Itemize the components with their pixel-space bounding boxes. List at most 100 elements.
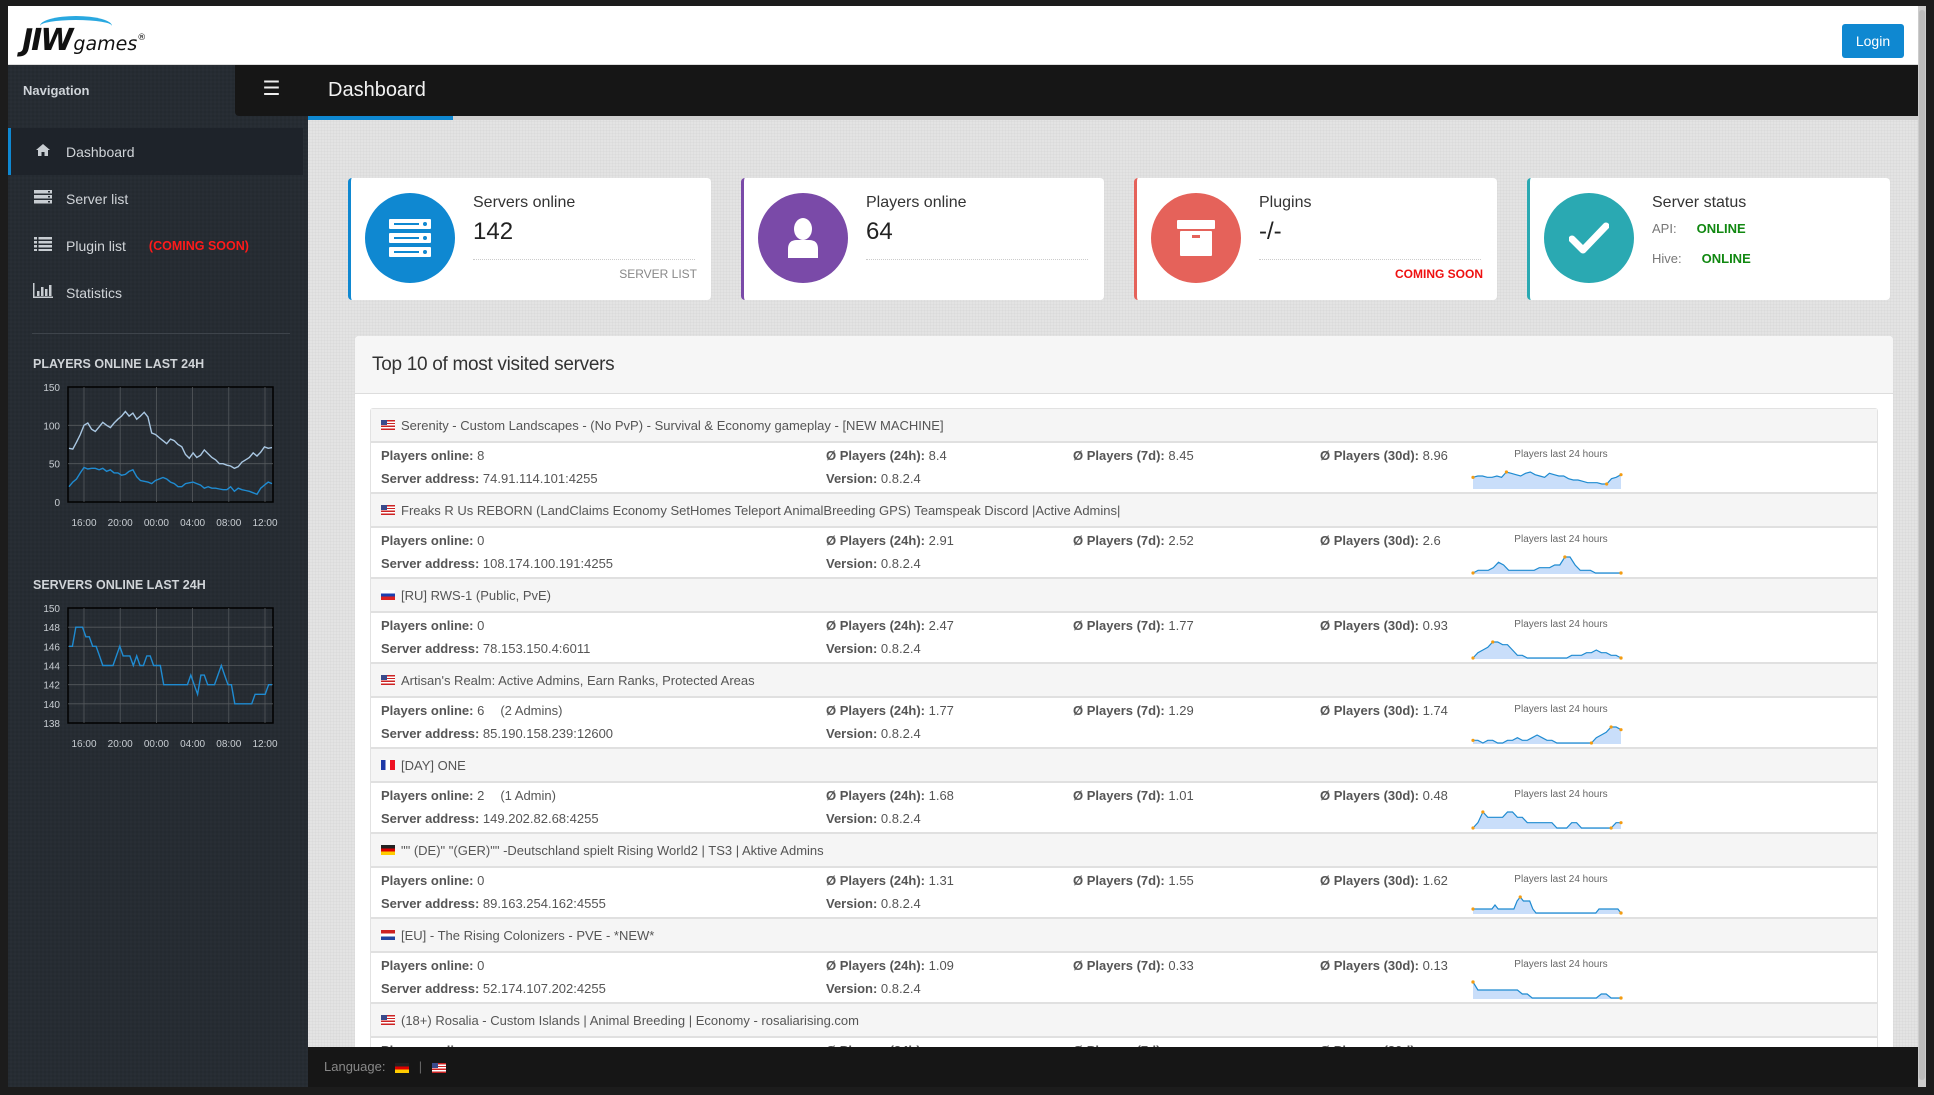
- sidebar-item-plugin-list[interactable]: Plugin list (COMING SOON): [8, 222, 303, 269]
- sidebar-item-label: Statistics: [66, 284, 123, 301]
- server-header[interactable]: Serenity - Custom Landscapes - (No PvP) …: [371, 409, 1877, 443]
- y-tick-label: 150: [43, 383, 60, 394]
- avg-players-24h: Ø Players (24h): 2.47: [826, 618, 954, 633]
- flag-de-icon[interactable]: [395, 1062, 410, 1073]
- card-label: Players online: [866, 194, 967, 211]
- server-list: Serenity - Custom Landscapes - (No PvP) …: [370, 408, 1878, 1047]
- server-version: Version: 0.8.2.4: [826, 726, 921, 741]
- server-version: Version: 0.8.2.4: [826, 981, 921, 996]
- login-button[interactable]: Login: [1842, 24, 1904, 58]
- admins-count: (1 Admin): [500, 788, 556, 803]
- page-header-bar: Dashboard: [308, 65, 1926, 116]
- y-tick-label: 50: [49, 460, 61, 471]
- avg-players-7d: Ø Players (7d): 2.52: [1073, 533, 1194, 548]
- players-online: Players online: 6 (2 Admins): [381, 703, 563, 718]
- x-tick-label: 12:00: [252, 739, 277, 750]
- sparkline-label: Players last 24 hours: [1514, 449, 1608, 460]
- server-header[interactable]: Freaks R Us REBORN (LandClaims Economy S…: [371, 494, 1877, 528]
- servers-online-card: Servers online 142 SERVER LIST: [348, 178, 711, 300]
- x-tick-label: 04:00: [180, 518, 205, 529]
- servers-online-count: 142: [473, 218, 514, 245]
- server-header[interactable]: (18+) Rosalia - Custom Islands | Animal …: [371, 1004, 1877, 1038]
- avg-players-24h: Ø Players (24h): 8.4: [826, 448, 947, 463]
- avg-players-30d: Ø Players (30d): 8.96: [1320, 448, 1448, 463]
- server-address: Server address: 74.91.114.101:4255: [381, 471, 598, 486]
- server-list-link[interactable]: SERVER LIST: [619, 267, 697, 281]
- server-address: Server address: 149.202.82.68:4255: [381, 811, 599, 826]
- sidebar-item-dashboard[interactable]: Dashboard: [8, 128, 303, 175]
- hive-status: Hive: ONLINE: [1652, 251, 1751, 266]
- avg-players-30d: Ø Players (30d): 0.13: [1320, 958, 1448, 973]
- user-icon: [758, 193, 848, 283]
- sparkline-label: Players last 24 hours: [1514, 959, 1608, 970]
- servers-chart-title: SERVERS ONLINE LAST 24H: [33, 578, 206, 592]
- series-players-total: [68, 410, 273, 470]
- server-header[interactable]: [EU] - The Rising Colonizers - PVE - *NE…: [371, 919, 1877, 953]
- server-header[interactable]: [DAY] ONE: [371, 749, 1877, 783]
- hamburger-icon[interactable]: ☰: [235, 65, 308, 116]
- sparkline-marker: [1471, 656, 1475, 660]
- x-tick-label: 04:00: [180, 739, 205, 750]
- players-online-count: 64: [866, 218, 893, 245]
- server-name: "" (DE)" "(GER)"" -Deutschland spielt Ri…: [401, 842, 824, 858]
- players-online: Players online: 0: [381, 533, 485, 548]
- archive-icon: [1151, 193, 1241, 283]
- sparkline-area: [1473, 642, 1621, 659]
- sparkline-marker: [1589, 741, 1593, 745]
- language-separator: |: [418, 1059, 423, 1074]
- sparkline-label: Players last 24 hours: [1514, 619, 1608, 630]
- server-address: Server address: 78.153.150.4:6011: [381, 641, 591, 656]
- coming-soon-label: COMING SOON: [1394, 267, 1483, 281]
- players-online-chart: 16:00 20:00 00:00 04:00 08:00 12:00 0 50 100 150: [43, 383, 278, 529]
- server-header[interactable]: "" (DE)" "(GER)"" -Deutschland spielt Ri…: [371, 834, 1877, 868]
- logo[interactable]: JIW games®: [22, 16, 146, 56]
- sparkline: [1471, 725, 1623, 745]
- y-tick-label: 0: [54, 498, 60, 509]
- server-row: Players online: 0 Server address: 52.174.…: [371, 953, 1877, 1004]
- server-name: Serenity - Custom Landscapes - (No PvP) …: [401, 417, 944, 433]
- players-chart-title: PLAYERS ONLINE LAST 24H: [33, 357, 205, 371]
- sparkline-marker: [1471, 907, 1475, 911]
- sparkline-area: [1473, 812, 1621, 829]
- sparkline: [1471, 895, 1623, 915]
- server-name: [DAY] ONE: [401, 757, 466, 773]
- avg-players-7d: Ø Players (7d): 1.55: [1073, 873, 1194, 888]
- sparkline-marker: [1609, 725, 1613, 729]
- flag-us-icon: [381, 675, 395, 685]
- players-online: Players online: 2 (1 Admin): [381, 788, 556, 803]
- plugins-count: -/-: [1259, 218, 1282, 245]
- server-row: Players online:Ø Players (24h):Ø Players…: [371, 1038, 1877, 1047]
- sidebar-item-server-list[interactable]: Server list: [8, 175, 303, 222]
- y-tick-label: 150: [43, 604, 60, 615]
- sparkline: [1471, 810, 1623, 830]
- card-divider: [866, 259, 1088, 260]
- server-name: (18+) Rosalia - Custom Islands | Animal …: [401, 1012, 859, 1028]
- check-icon: [1544, 193, 1634, 283]
- server-row: Players online: 0 Server address: 78.153.…: [371, 613, 1877, 664]
- server-icon: [365, 193, 455, 283]
- avg-players-24h: Ø Players (24h): 1.09: [826, 958, 954, 973]
- home-icon: [33, 143, 53, 161]
- avg-players-24h: Ø Players (24h): 2.91: [826, 533, 954, 548]
- server-version: Version: 0.8.2.4: [826, 896, 921, 911]
- sparkline-marker: [1518, 895, 1522, 899]
- scrollbar-thumb[interactable]: [1919, 10, 1925, 1080]
- sparkline-label: Players last 24 hours: [1514, 534, 1608, 545]
- server-icon: [33, 189, 53, 208]
- x-tick-label: 00:00: [144, 739, 169, 750]
- flag-us-icon[interactable]: [431, 1062, 446, 1073]
- server-version: Version: 0.8.2.4: [826, 471, 921, 486]
- sparkline-marker: [1471, 738, 1475, 742]
- y-tick-label: 138: [43, 719, 60, 730]
- server-name: Freaks R Us REBORN (LandClaims Economy S…: [401, 502, 1121, 518]
- sparkline-marker: [1619, 911, 1623, 915]
- sparkline: [1471, 980, 1623, 1000]
- players-online: Players online: 0: [381, 618, 485, 633]
- avg-players-24h: Ø Players (24h): 1.31: [826, 873, 954, 888]
- server-header[interactable]: [RU] RWS-1 (Public, PvE): [371, 579, 1877, 613]
- server-header[interactable]: Artisan's Realm: Active Admins, Earn Ran…: [371, 664, 1877, 698]
- servers-online-chart: 16:00 20:00 00:00 04:00 08:00 12:00 138 140 142 1…: [43, 604, 278, 750]
- server-row: Players online: 8 Server address: 74.91.1…: [371, 443, 1877, 494]
- card-label: Server status: [1652, 194, 1747, 211]
- sidebar-item-statistics[interactable]: Statistics: [8, 269, 303, 316]
